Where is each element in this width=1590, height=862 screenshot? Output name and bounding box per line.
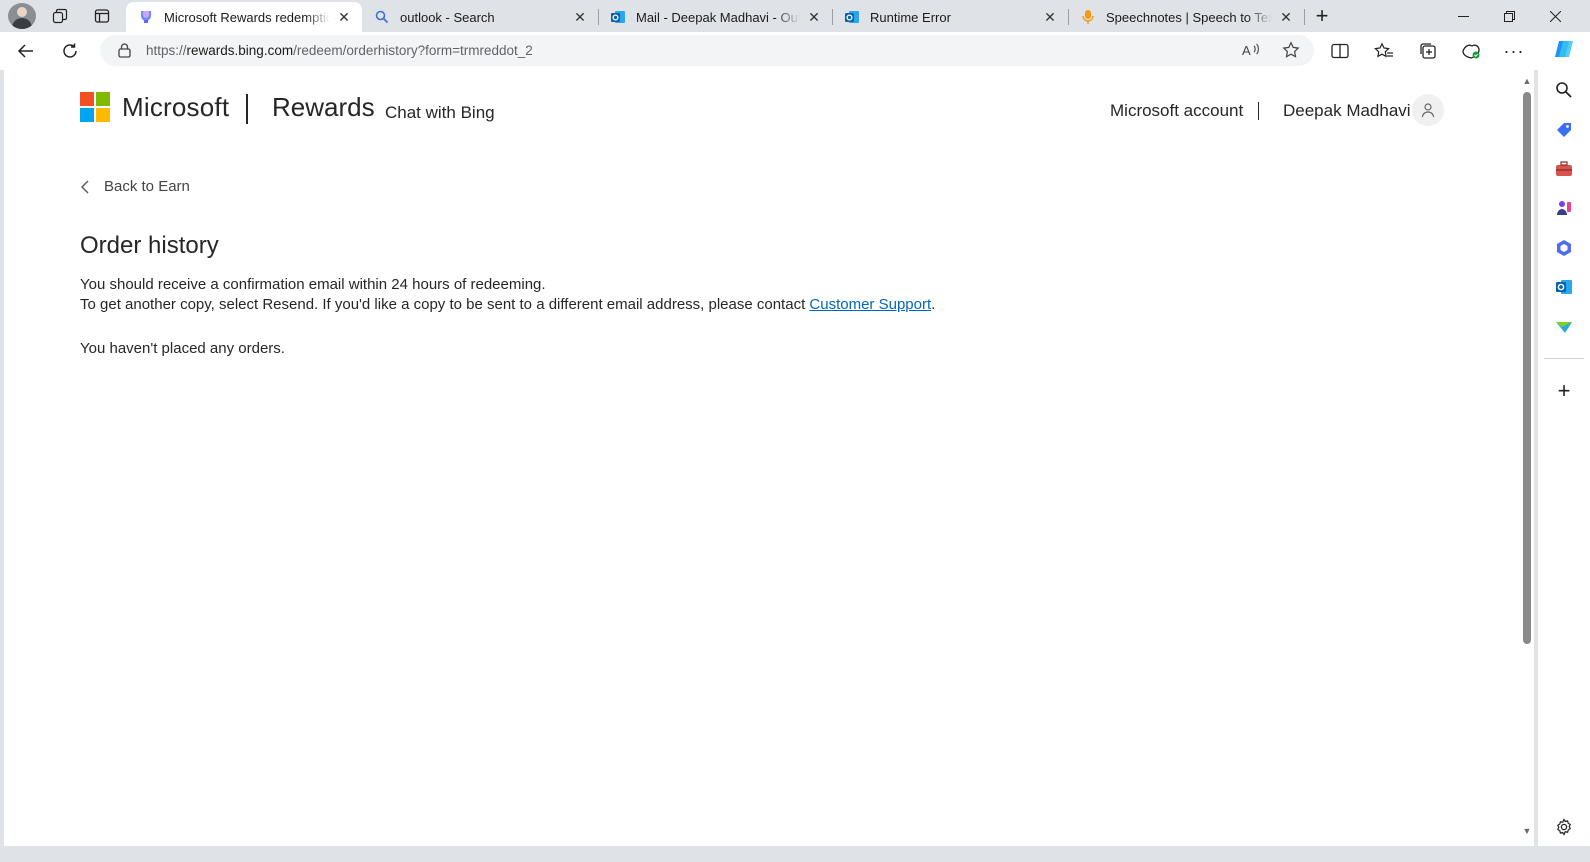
url-path: /redeem/orderhistory?form=trmreddot_2 [293, 43, 533, 58]
rewards-icon [138, 9, 154, 25]
favorite-star-icon[interactable] [1278, 37, 1304, 63]
url-text[interactable]: https://rewards.bing.com/redeem/orderhis… [146, 43, 533, 58]
tab-outlook-search[interactable]: outlook - Search ✕ [362, 2, 598, 32]
brand-divider [246, 94, 248, 124]
profile-avatar[interactable] [8, 3, 36, 29]
collections-icon[interactable] [1414, 37, 1442, 65]
copilot-icon[interactable] [1548, 34, 1580, 64]
close-icon[interactable]: ✕ [1278, 9, 1294, 25]
page-scrollbar[interactable]: ▲ ▼ [1520, 70, 1534, 846]
period: . [931, 296, 936, 313]
product-name[interactable]: Rewards [272, 92, 375, 123]
svg-text:A: A [1242, 43, 1251, 58]
account-divider [1258, 102, 1259, 120]
workspaces-icon[interactable] [50, 6, 70, 26]
edge-sidebar: + [1538, 32, 1590, 862]
scrollbar-thumb[interactable] [1523, 92, 1531, 644]
resend-instructions: To get another copy, select Resend. If y… [80, 296, 935, 313]
close-icon[interactable]: ✕ [336, 9, 352, 25]
microphone-icon [1080, 9, 1096, 25]
browser-essentials-icon[interactable] [1457, 37, 1485, 65]
page-title: Order history [80, 232, 219, 259]
outlook-icon[interactable] [1548, 272, 1580, 302]
user-name[interactable]: Deepak Madhavi [1283, 101, 1411, 121]
url-prefix: https:// [146, 43, 187, 58]
restore-icon[interactable] [1486, 0, 1532, 32]
bottom-edge [0, 846, 1590, 862]
search-icon[interactable] [1548, 75, 1580, 105]
split-screen-icon[interactable] [1326, 37, 1354, 65]
resend-text: To get another copy, select Resend. If y… [80, 296, 810, 313]
read-aloud-icon[interactable]: A [1238, 37, 1264, 63]
scroll-down-icon[interactable]: ▼ [1522, 826, 1532, 836]
microsoft-logo-icon[interactable] [80, 92, 110, 122]
add-sidebar-app-icon[interactable]: + [1548, 376, 1580, 406]
address-bar[interactable]: https://rewards.bing.com/redeem/orderhis… [100, 35, 1314, 66]
search-icon [374, 9, 390, 25]
window-close-icon[interactable] [1532, 0, 1578, 32]
tab-title: outlook - Search [400, 9, 495, 25]
tab-actions-icon[interactable] [92, 6, 112, 26]
chevron-left-icon [80, 179, 98, 195]
customer-support-link[interactable]: Customer Support [809, 296, 931, 313]
confirmation-text: You should receive a confirmation email … [80, 276, 546, 293]
tab-speechnotes[interactable]: Speechnotes | Speech to Text Online ✕ [1068, 2, 1304, 32]
tab-title: Microsoft Rewards redemption order histo… [164, 9, 330, 25]
back-arrow-icon[interactable] [12, 37, 40, 65]
more-options-icon[interactable]: ··· [1500, 37, 1528, 65]
favorites-icon[interactable] [1370, 37, 1398, 65]
outlook-icon [610, 9, 626, 25]
close-icon[interactable]: ✕ [806, 9, 822, 25]
close-icon[interactable]: ✕ [1042, 9, 1058, 25]
user-avatar-icon[interactable] [1412, 94, 1444, 126]
microsoft-account-link[interactable]: Microsoft account [1110, 101, 1243, 121]
browser-toolbar: https://rewards.bing.com/redeem/orderhis… [0, 32, 1590, 70]
page-viewport: Microsoft Rewards Chat with Bing Microso… [4, 70, 1534, 846]
shopping-tag-icon[interactable] [1548, 115, 1580, 145]
back-label: Back to Earn [104, 178, 190, 195]
sidebar-divider [1544, 358, 1584, 359]
minimize-icon[interactable] [1440, 0, 1486, 32]
url-domain: rewards.bing.com [186, 43, 294, 58]
tab-rewards[interactable]: Microsoft Rewards redemption order histo… [126, 2, 362, 32]
tab-title: Speechnotes | Speech to Text Online [1106, 9, 1272, 25]
back-to-earn-link[interactable]: Back to Earn [80, 178, 190, 195]
scroll-up-icon[interactable]: ▲ [1522, 76, 1532, 86]
tab-separator [1304, 9, 1305, 25]
tab-title: Mail - Deepak Madhavi - Outlook [636, 9, 800, 25]
games-icon[interactable] [1548, 193, 1580, 223]
chat-with-bing-link[interactable]: Chat with Bing [385, 103, 495, 123]
outlook-icon [844, 9, 860, 25]
refresh-icon[interactable] [56, 37, 84, 65]
new-tab-icon[interactable]: + [1312, 3, 1332, 28]
sidebar-settings-icon[interactable] [1548, 812, 1580, 842]
empty-orders-message: You haven't placed any orders. [80, 340, 285, 357]
lock-icon[interactable] [116, 43, 132, 59]
microsoft-365-icon[interactable] [1548, 233, 1580, 263]
tab-runtime-error[interactable]: Runtime Error ✕ [832, 2, 1068, 32]
brand-name[interactable]: Microsoft [122, 92, 229, 123]
tab-title: Runtime Error [870, 9, 951, 25]
close-icon[interactable]: ✕ [572, 9, 588, 25]
tab-strip: Microsoft Rewards redemption order histo… [0, 0, 1590, 32]
tab-mail[interactable]: Mail - Deepak Madhavi - Outlook ✕ [598, 2, 832, 32]
tools-briefcase-icon[interactable] [1548, 154, 1580, 184]
drop-send-icon[interactable] [1548, 312, 1580, 342]
